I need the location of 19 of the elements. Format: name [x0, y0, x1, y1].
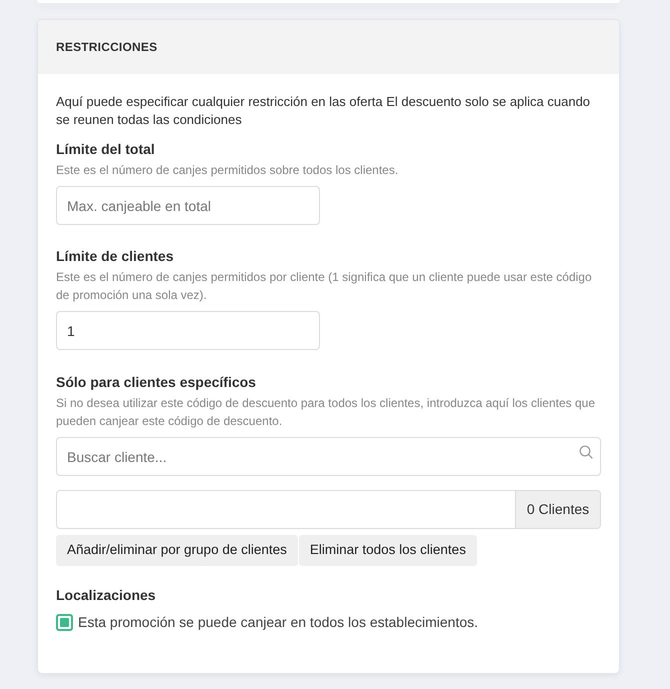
field-label: Sólo para clientes específicos	[56, 373, 257, 391]
card-title: RESTRICCIONES	[56, 39, 158, 56]
field-label: Límite de clientes	[56, 247, 174, 265]
search-icon	[579, 445, 593, 459]
help-text: Si no desea utilizar este código de descuento para todos los clientes, introduzca aquí los clientes que pueden canjear este código de descuento.	[56, 395, 596, 430]
action-button[interactable]: Añadir/eliminar por grupo de clientes	[56, 535, 298, 566]
field-label: Límite del total	[56, 140, 156, 158]
text-input[interactable]: 1	[56, 311, 320, 350]
checkbox[interactable]	[56, 614, 73, 631]
text-input[interactable]: Max. canjeable en total	[56, 186, 320, 225]
customer-search-field[interactable]: Buscar cliente...	[56, 437, 601, 476]
action-button[interactable]: Eliminar todos los clientes	[298, 535, 477, 566]
field-label: Localizaciones	[56, 586, 157, 604]
help-text: Este es el número de canjes permitidos por cliente (1 significa que un cliente puede usar este código de promoción una sola vez).	[56, 269, 593, 304]
checkbox-label: Esta promoción se puede canjear en todos los establecimientos.	[78, 613, 478, 632]
intro-text: Aquí puede especificar cualquier restricción en las oferta El descuento solo se aplica cuando se reunen todas las condiciones	[56, 93, 592, 129]
customer-count: 0 Clientes	[516, 490, 601, 529]
help-text: Este es el número de canjes permitidos sobre todos los clientes.	[56, 162, 400, 179]
selected-customers-field[interactable]	[56, 490, 516, 529]
